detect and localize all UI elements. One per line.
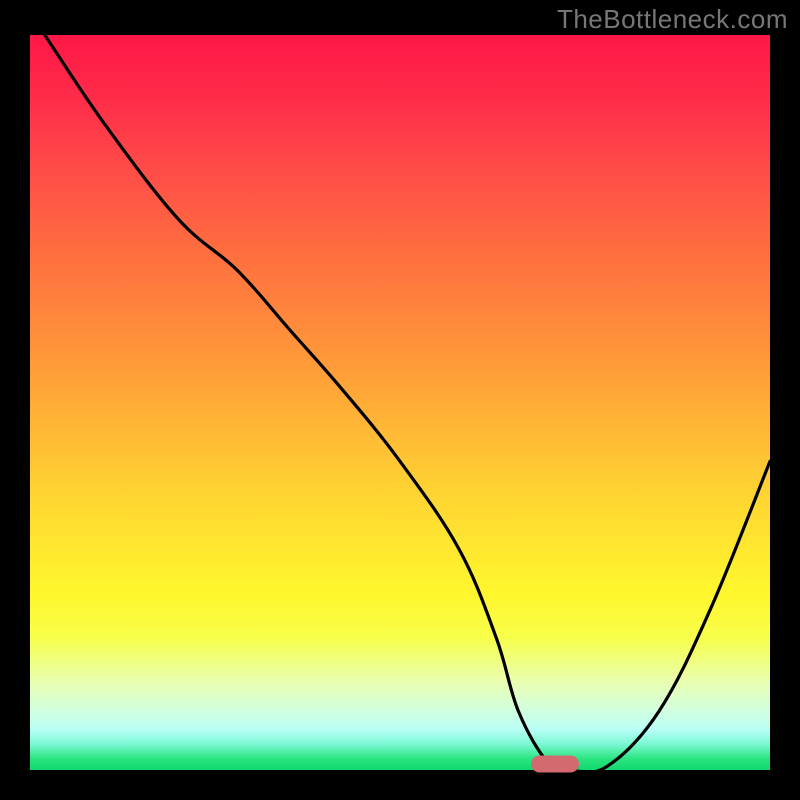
optimal-marker [531,756,579,773]
bottleneck-curve [30,35,770,770]
curve-line [45,35,770,770]
chart-frame: TheBottleneck.com [0,0,800,800]
plot-area [30,35,770,770]
attribution-label: TheBottleneck.com [557,4,788,35]
